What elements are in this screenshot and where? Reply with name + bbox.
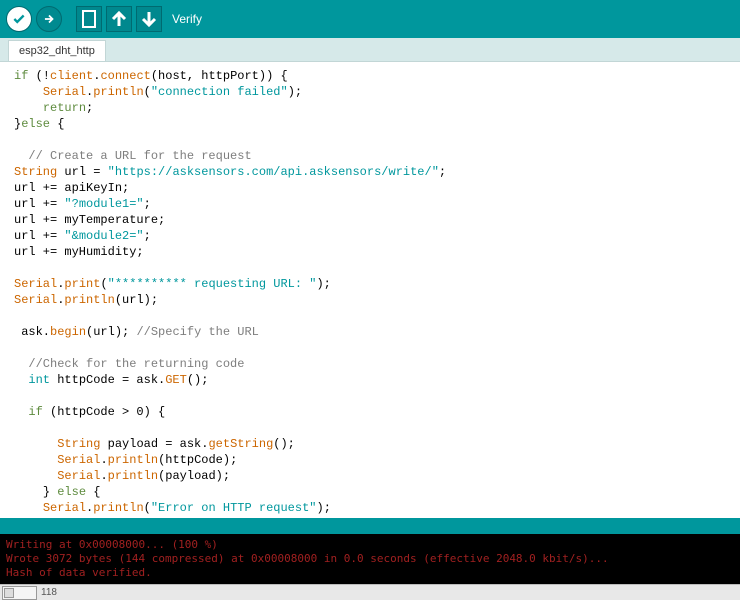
toolbar-status-label: Verify bbox=[172, 12, 202, 26]
bottom-bar: 118 bbox=[0, 584, 740, 600]
console-line: Writing at 0x00008000... (100 %) bbox=[6, 538, 734, 552]
new-button[interactable] bbox=[76, 6, 102, 32]
check-icon bbox=[12, 12, 26, 26]
kw: if bbox=[14, 69, 28, 83]
line-number: 118 bbox=[41, 587, 57, 598]
console-line: Wrote 3072 bytes (144 compressed) at 0x0… bbox=[6, 552, 734, 566]
open-button[interactable] bbox=[106, 6, 132, 32]
tab-sketch[interactable]: esp32_dht_http bbox=[8, 40, 106, 61]
down-arrow-icon bbox=[137, 7, 161, 31]
save-button[interactable] bbox=[136, 6, 162, 32]
console-line: Hash of data verified. bbox=[6, 566, 734, 580]
arrow-right-icon bbox=[42, 12, 56, 26]
up-arrow-icon bbox=[107, 7, 131, 31]
output-console[interactable]: Writing at 0x00008000... (100 %) Wrote 3… bbox=[0, 534, 740, 584]
toolbar: Verify bbox=[0, 0, 740, 38]
tab-bar: esp32_dht_http bbox=[0, 38, 740, 62]
file-icon bbox=[77, 7, 101, 31]
h-scrollbar[interactable] bbox=[2, 586, 37, 600]
status-strip bbox=[0, 518, 740, 534]
code-editor[interactable]: if (!client.connect(host, httpPort)) { S… bbox=[0, 62, 740, 518]
verify-button[interactable] bbox=[6, 6, 32, 32]
upload-button[interactable] bbox=[36, 6, 62, 32]
scroll-thumb[interactable] bbox=[4, 588, 14, 598]
